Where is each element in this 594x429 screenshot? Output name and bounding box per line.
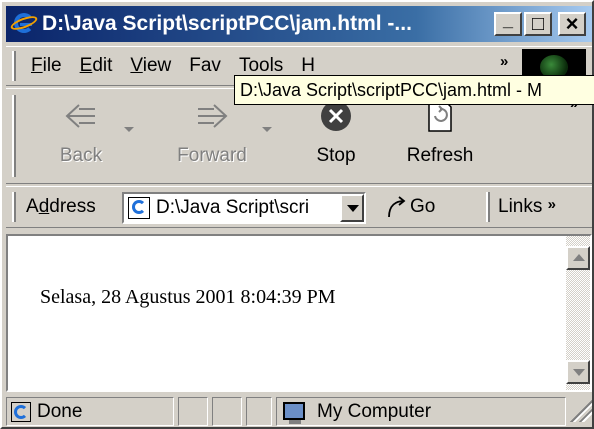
scroll-down-button[interactable]: [566, 360, 590, 384]
window-title: D:\Java Script\scriptPCC\jam.html -...: [42, 12, 412, 35]
refresh-label: Refresh: [406, 145, 474, 166]
menu-file[interactable]: File: [22, 55, 71, 77]
zone-text: My Computer: [317, 401, 432, 422]
menubar-grip[interactable]: [12, 51, 16, 81]
stop-label: Stop: [316, 145, 356, 166]
menu-edit[interactable]: Edit: [71, 55, 122, 77]
status-cell-progress: [178, 397, 208, 426]
resize-grip-icon[interactable]: [570, 400, 592, 422]
toolbar-grip[interactable]: [12, 95, 16, 177]
scroll-up-button[interactable]: [566, 246, 590, 270]
links-more-chevron-icon: »: [547, 196, 556, 213]
close-icon: ×: [565, 11, 579, 36]
menu-view[interactable]: View: [121, 55, 180, 77]
back-label: Back: [59, 145, 103, 166]
computer-icon: [283, 402, 305, 424]
title-bar[interactable]: D:\Java Script\scriptPCC\jam.html -... _…: [6, 6, 592, 42]
forward-arrow-icon: [198, 104, 228, 128]
date-time-text: Selasa, 28 Agustus 2001 8:04:39 PM: [40, 286, 336, 308]
menu-tools[interactable]: Tools: [230, 55, 292, 77]
page-content[interactable]: Selasa, 28 Agustus 2001 8:04:39 PM: [6, 234, 592, 392]
status-cell-offline: [246, 397, 272, 426]
close-button[interactable]: ×: [558, 11, 586, 36]
menu-favorites[interactable]: Fav: [180, 55, 230, 77]
address-bar: Address D:\Java Script\scri Go Links »: [6, 186, 592, 228]
page-status-icon: [11, 402, 31, 422]
back-button[interactable]: Back: [40, 97, 122, 166]
links-grip[interactable]: [486, 192, 490, 222]
forward-dropdown-icon[interactable]: [262, 127, 272, 132]
menu-more-chevron-icon[interactable]: »: [500, 53, 508, 70]
links-button[interactable]: Links »: [498, 196, 556, 218]
vertical-scrollbar[interactable]: [566, 236, 590, 390]
maximize-button[interactable]: □: [524, 12, 552, 36]
minimize-button[interactable]: _: [494, 9, 522, 36]
go-arrow-icon[interactable]: [386, 195, 408, 219]
status-cell-lock: [212, 397, 242, 426]
status-cell-main: Done: [6, 397, 174, 426]
minimize-icon: _: [502, 9, 513, 30]
forward-label: Forward: [177, 145, 247, 166]
status-cell-zone: My Computer: [276, 397, 566, 426]
address-input[interactable]: D:\Java Script\scri: [122, 192, 366, 224]
back-dropdown-icon[interactable]: [124, 127, 134, 132]
internet-explorer-icon[interactable]: [9, 12, 39, 36]
address-value[interactable]: D:\Java Script\scri: [156, 197, 328, 219]
tooltip: D:\Java Script\scriptPCC\jam.html - M: [234, 75, 594, 105]
address-label: Address: [26, 196, 96, 217]
back-arrow-icon: [65, 104, 95, 128]
maximize-icon: □: [531, 12, 545, 35]
page-icon: [128, 197, 150, 219]
menu-help[interactable]: H: [292, 55, 324, 77]
go-button[interactable]: Go: [410, 196, 435, 218]
address-dropdown-button[interactable]: [340, 194, 364, 222]
status-text: Done: [37, 401, 83, 422]
browser-window: D:\Java Script\scriptPCC\jam.html -... _…: [0, 0, 594, 429]
address-grip[interactable]: [12, 192, 16, 222]
status-bar: Done My Computer: [6, 396, 592, 427]
